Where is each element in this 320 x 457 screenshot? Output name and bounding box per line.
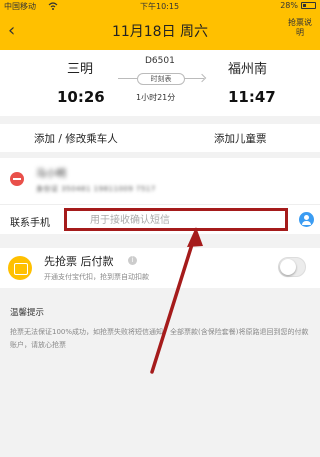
contact-row: 联系手机 [0,204,320,234]
departure-time: 10:26 [57,88,105,106]
prepay-toggle[interactable] [278,257,306,277]
tips-body: 抢票无法保证100%成功，如抢票失败将短信通知，全部票款(含保险套餐)将原路退回… [10,328,309,349]
arrival-time: 11:47 [228,88,276,106]
trip-duration: 1小时21分 [136,93,176,102]
prepay-row: 先抢票 后付款 i 开通支付宝代扣，抢到票自动扣款 [0,248,320,288]
battery-fill [303,4,306,7]
wifi-icon [48,2,58,10]
carrier-label: 中国移动 [4,2,36,11]
passenger-name: 马小明 [36,169,66,180]
prepay-title: 先抢票 后付款 [44,255,114,268]
prepay-description: 开通支付宝代扣，抢到票自动扣款 [44,273,149,281]
route-arrow-icon [197,73,207,83]
battery-percent: 28% [280,1,298,10]
back-arrow-icon[interactable]: ‹ [8,20,28,42]
trip-card: 三明 D6501 时刻表 福州南 10:26 1小时21分 11:47 [0,50,320,116]
passenger-id-number: 身份证 350481 19811009 7517 [36,185,156,193]
departure-station: 三明 [67,62,94,77]
train-number: D6501 [145,56,175,66]
battery-icon [301,2,316,9]
add-child-ticket-button[interactable]: 添加儿童票 [214,131,267,146]
status-bar: 中国移动 下午10:15 28% [0,0,320,12]
toggle-knob [280,259,296,275]
page-title: 11月18日 周六 [111,24,209,40]
passenger-row: 马小明 身份证 350481 19811009 7517 [0,158,320,204]
ticket-instructions-link[interactable]: 抢票说明 [288,18,312,38]
tips-title: 温馨提示 [10,308,45,318]
nav-bar: ‹ 11月18日 周六 抢票说明 [0,12,320,50]
contact-book-icon[interactable] [299,212,314,227]
passenger-actions: 添加 / 修改乘车人 添加儿童票 [0,124,320,152]
add-passenger-button[interactable]: 添加 / 修改乘车人 [34,131,118,146]
contact-phone-label: 联系手机 [10,218,50,229]
info-icon[interactable]: i [128,256,137,265]
tips-section: 温馨提示 抢票无法保证100%成功，如抢票失败将短信通知，全部票款(含保险套餐)… [0,296,320,457]
wallet-icon [8,256,32,280]
contact-phone-input[interactable] [64,209,284,231]
schedule-button[interactable]: 时刻表 [137,73,185,85]
remove-passenger-icon[interactable] [10,172,24,186]
status-time: 下午10:15 [140,2,180,11]
arrival-station: 福州南 [228,62,268,77]
